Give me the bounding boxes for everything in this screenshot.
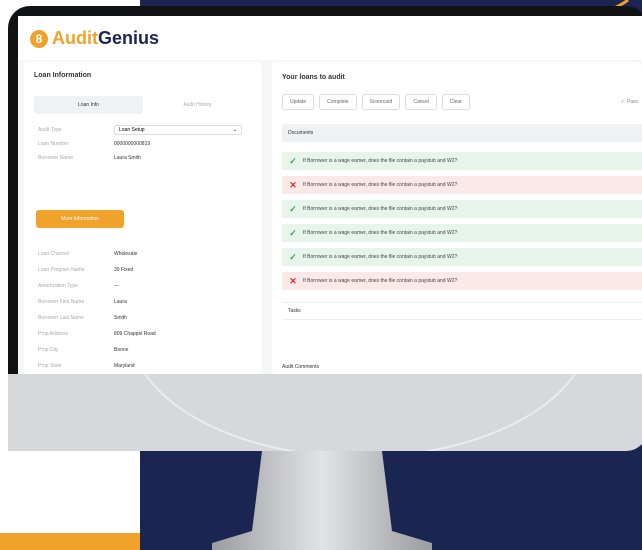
checklist-text: If Borrower is a wage earner, does the f… [303, 230, 458, 236]
select-value: Loan Setup [119, 127, 145, 133]
field-label: Loan Number [38, 141, 69, 147]
tab-loan-info[interactable]: Loan Info [34, 96, 143, 114]
app-header: 8 Audit Genius [18, 16, 642, 60]
checklist-text: If Borrower is a wage earner, does the f… [303, 182, 458, 188]
check-icon: ✓ [289, 203, 297, 214]
app-logo[interactable]: 8 Audit Genius [30, 28, 159, 49]
loan-tabs: Loan Info Audit History [34, 96, 252, 114]
checklist-item[interactable]: ✓ If Borrower is a wage earner, does the … [282, 200, 642, 218]
x-icon: ✕ [289, 275, 297, 286]
check-icon: ✓ [620, 99, 625, 105]
checklist-item[interactable]: ✓ If Borrower is a wage earner, does the … [282, 224, 642, 242]
field-row: Prop Address 809 Chappel Road [38, 328, 252, 340]
field-row: Prop City Boone [38, 344, 252, 356]
field-label: Borrower Name [38, 155, 74, 161]
tab-audit-history[interactable]: Audit History [143, 96, 252, 114]
checklist-text: If Borrower is a wage earner, does the f… [303, 158, 458, 164]
documents-section-header[interactable]: Documents [282, 124, 642, 142]
x-icon: ✕ [289, 179, 297, 190]
field-value: 30 Fixed [114, 267, 134, 273]
field-label: Prop City [38, 347, 59, 353]
field-loan-number: Loan Number 0000000000819 [38, 138, 252, 150]
logo-icon: 8 [30, 29, 48, 48]
check-icon: ✓ [289, 155, 297, 166]
panel-title: Loan Information [34, 72, 92, 79]
monitor-chin [8, 374, 642, 451]
checklist-item[interactable]: ✓ If Borrower is a wage earner, does the … [282, 248, 642, 266]
field-value: 809 Chappel Road [114, 331, 156, 337]
field-label: Loan Program Name [38, 267, 85, 273]
audit-comments-label: Audit Comments [282, 364, 319, 370]
checklist-item[interactable]: ✕ If Borrower is a wage earner, does the … [282, 272, 642, 290]
field-label: Prop Address [38, 331, 69, 337]
checklist-item[interactable]: ✕ If Borrower is a wage earner, does the … [282, 176, 642, 194]
field-row: Borrower Last Name Smith [38, 312, 252, 324]
checklist-text: If Borrower is a wage earner, does the f… [303, 206, 458, 212]
field-audit-type: Audit Type Loan Setup ⌄ [38, 124, 252, 136]
update-button[interactable]: Update [282, 94, 315, 110]
pass-toggle[interactable]: ✓ Pass [621, 99, 638, 105]
checklist-text: If Borrower is a wage earner, does the f… [303, 254, 458, 260]
field-row: Amortization Type — [38, 280, 252, 292]
field-value: Laura Smith [114, 155, 141, 161]
logo-word-genius: Genius [97, 28, 159, 48]
checklist-item[interactable]: ✓ If Borrower is a wage earner, does the … [282, 152, 642, 170]
field-label: Loan Channel [38, 251, 70, 257]
checklist-text: If Borrower is a wage earner, does the f… [303, 278, 458, 284]
more-information-button[interactable]: More Information [36, 210, 124, 228]
tasks-section-header[interactable]: Tasks [282, 302, 642, 320]
field-label: Amortization Type [38, 283, 78, 289]
field-label: Audit Type [38, 127, 62, 133]
loan-information-panel: Loan Information Loan Info Audit History… [24, 62, 262, 374]
field-value: Boone [114, 347, 129, 353]
field-row: Borrower First Name Laura [38, 296, 252, 308]
cancel-button[interactable]: Cancel [405, 94, 437, 110]
field-row: Loan Program Name 30 Fixed [38, 264, 252, 276]
field-label: Prop State [38, 363, 62, 369]
audit-toolbar: Update Complete Scorecard Cancel Clear ✓… [282, 94, 638, 110]
field-value: Maryland [114, 363, 135, 369]
clear-button[interactable]: Clear [441, 94, 470, 110]
complete-button[interactable]: Complete [319, 94, 357, 110]
background-orange-bar [0, 533, 140, 550]
logo-word-audit: Audit [52, 28, 98, 48]
field-value: Smith [114, 315, 127, 321]
field-label: Borrower Last Name [38, 315, 84, 321]
app-screen: 8 Audit Genius Loan Information Loan Info… [18, 16, 642, 374]
check-icon: ✓ [289, 227, 297, 238]
check-icon: ✓ [289, 251, 297, 262]
field-value: — [114, 283, 119, 289]
scorecard-button[interactable]: Scorecard [361, 94, 401, 110]
field-value: 0000000000819 [114, 141, 151, 147]
field-value: Laura [114, 299, 127, 305]
field-row: Loan Channel Wholesale [38, 248, 252, 260]
audit-panel: Your loans to audit Update Complete Scor… [272, 62, 642, 374]
audit-type-select[interactable]: Loan Setup ⌄ [114, 125, 242, 135]
field-value: Wholesale [114, 251, 138, 257]
monitor-stand [212, 451, 432, 550]
chevron-down-icon: ⌄ [232, 127, 237, 133]
panel-title: Your loans to audit [282, 74, 345, 81]
field-row: Prop State Maryland [38, 360, 252, 372]
field-label: Borrower First Name [38, 299, 85, 305]
pass-label: Pass [626, 99, 638, 105]
field-borrower-name: Borrower Name Laura Smith [38, 152, 252, 164]
